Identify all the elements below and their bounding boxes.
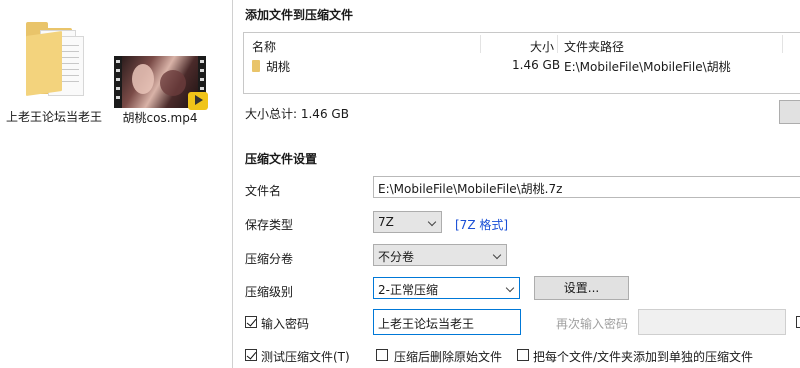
password-input[interactable]: 上老王论坛当老王 <box>373 309 521 335</box>
split-select[interactable]: 不分卷 <box>373 244 507 266</box>
chevron-down-icon <box>505 283 515 293</box>
extra-checkbox[interactable] <box>796 316 800 328</box>
delete-after-checkbox[interactable] <box>376 349 388 361</box>
save-type-label: 保存类型 <box>245 218 294 232</box>
column-name[interactable]: 名称 <box>252 38 276 55</box>
test-archive-checkbox[interactable] <box>245 349 257 361</box>
delete-after-label[interactable]: 压缩后删除原始文件 <box>394 348 502 365</box>
split-value: 不分卷 <box>378 250 415 264</box>
desktop-video-label: 胡桃cos.mp4 <box>122 111 198 125</box>
desktop: 上老王论坛当老王 胡桃cos.mp4 <box>0 0 232 368</box>
chevron-down-icon <box>492 250 502 260</box>
folder-icon <box>26 22 86 106</box>
files-section-title: 添加文件到压缩文件 <box>245 8 354 22</box>
desktop-video-item[interactable]: 胡桃cos.mp4 <box>112 54 208 134</box>
desktop-folder-label: 上老王论坛当老王 <box>6 110 103 124</box>
column-path[interactable]: 文件夹路径 <box>564 38 624 55</box>
player-icon <box>188 92 208 110</box>
separate-archives-label[interactable]: 把每个文件/文件夹添加到单独的压缩文件 <box>533 348 753 365</box>
format-link[interactable]: [7Z 格式] <box>455 216 508 233</box>
separate-archives-checkbox[interactable] <box>517 349 529 361</box>
split-label: 压缩分卷 <box>245 252 294 266</box>
test-archive-label[interactable]: 测试压缩文件(T) <box>261 348 350 365</box>
chevron-down-icon <box>427 217 437 227</box>
folder-icon <box>252 60 260 72</box>
row-size: 1.46 GB <box>512 58 561 72</box>
repeat-password-label: 再次输入密码 <box>556 317 629 331</box>
settings-button[interactable]: 设置... <box>534 276 629 300</box>
file-list-header: 名称 大小 文件夹路径 <box>244 33 800 55</box>
filename-input[interactable]: E:\MobileFile\MobileFile\胡桃.7z <box>373 176 800 198</box>
level-label: 压缩级别 <box>245 285 294 299</box>
side-button[interactable] <box>779 100 800 124</box>
total-size-label: 大小总计: 1.46 GB <box>245 107 349 121</box>
level-select[interactable]: 2-正常压缩 <box>373 277 520 299</box>
add-to-archive-dialog: 添加文件到压缩文件 名称 大小 文件夹路径 胡桃 1.46 GB E:\Mobi… <box>232 0 800 368</box>
row-path: E:\MobileFile\MobileFile\胡桃 <box>564 60 731 74</box>
desktop-folder-item[interactable]: 上老王论坛当老王 <box>6 22 102 144</box>
filename-label: 文件名 <box>245 184 282 198</box>
save-type-value: 7Z <box>378 215 394 229</box>
settings-section-title: 压缩文件设置 <box>245 152 318 166</box>
row-name: 胡桃 <box>266 60 291 74</box>
file-list[interactable]: 名称 大小 文件夹路径 胡桃 1.46 GB E:\MobileFile\Mob… <box>243 32 800 94</box>
save-type-select[interactable]: 7Z <box>373 211 442 233</box>
password-checkbox-label[interactable]: 输入密码 <box>261 315 309 332</box>
level-value: 2-正常压缩 <box>378 283 438 297</box>
password-checkbox[interactable] <box>245 316 257 328</box>
file-list-row[interactable]: 胡桃 1.46 GB E:\MobileFile\MobileFile\胡桃 <box>244 55 800 77</box>
repeat-password-input[interactable] <box>638 309 786 335</box>
column-size[interactable]: 大小 <box>530 38 554 55</box>
